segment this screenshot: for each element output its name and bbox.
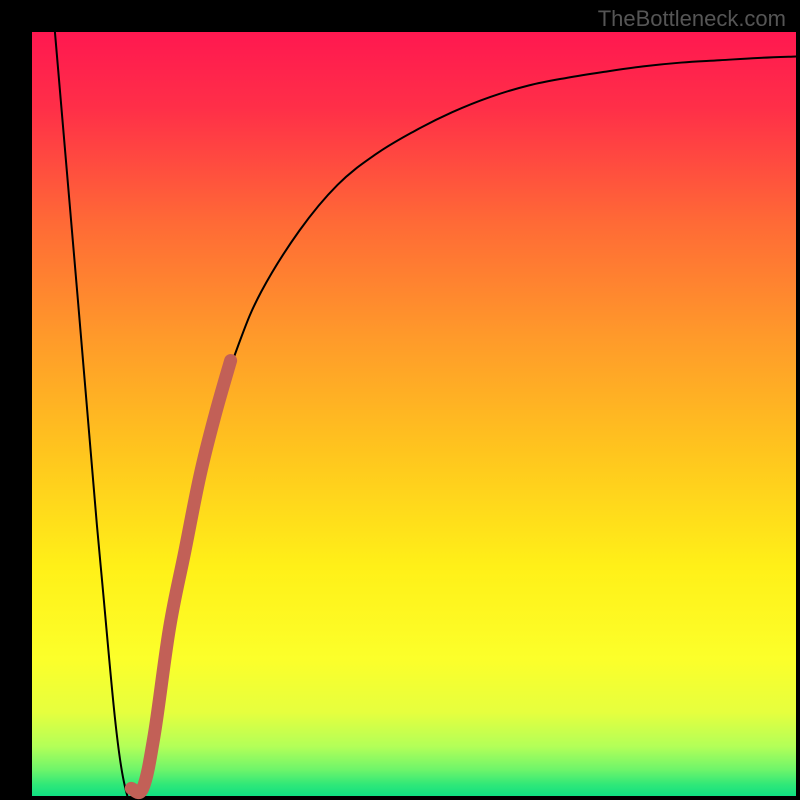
chart-svg: [0, 0, 800, 800]
watermark-text: TheBottleneck.com: [598, 6, 786, 32]
plot-background: [32, 32, 796, 796]
chart-stage: TheBottleneck.com: [0, 0, 800, 800]
